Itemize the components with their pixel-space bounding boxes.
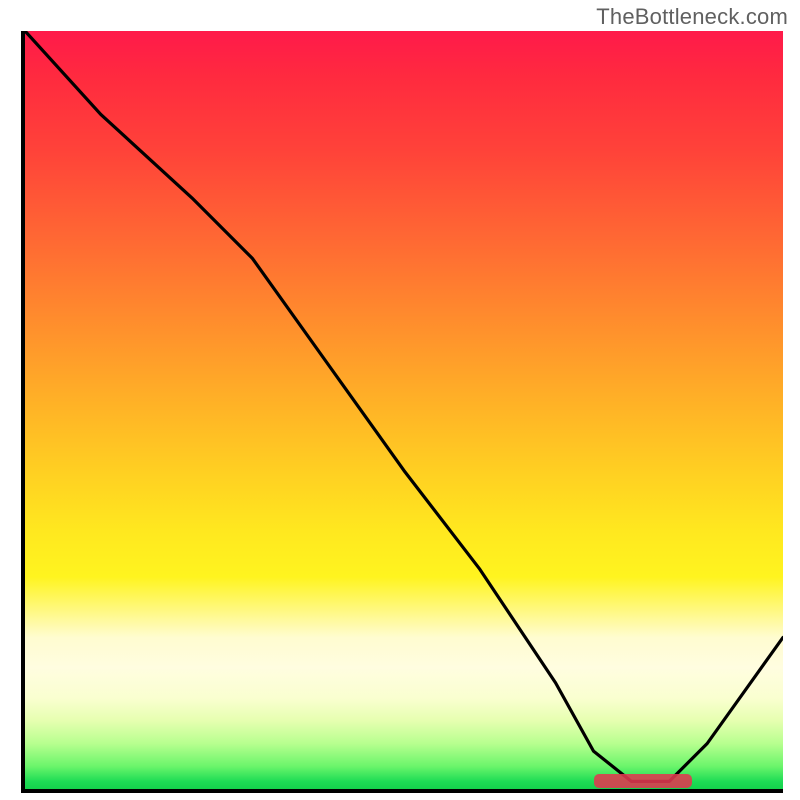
bottleneck-curve <box>25 31 783 789</box>
highlight-band <box>594 774 693 788</box>
watermark-text: TheBottleneck.com <box>596 4 788 30</box>
chart-area <box>21 31 783 793</box>
